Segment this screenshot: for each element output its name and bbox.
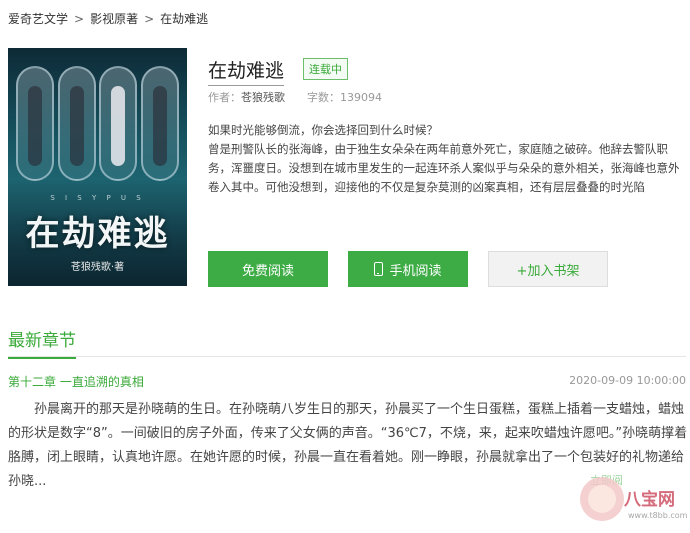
status-badge: 连载中 — [303, 58, 348, 80]
breadcrumb-item-current[interactable]: 在劫难逃 — [160, 10, 208, 27]
breadcrumb: 爱奇艺文学 > 影视原著 > 在劫难逃 — [8, 10, 208, 27]
book-title: 在劫难逃 — [208, 56, 285, 86]
cover-capsule — [140, 66, 179, 181]
summary-intro: 如果时光能够倒流，你会选择回到什么时候？ — [208, 123, 438, 137]
breadcrumb-item-category[interactable]: 影视原著 — [90, 10, 138, 27]
cover-series-text: S I S Y P U S — [50, 194, 145, 202]
mobile-read-button[interactable]: 手机阅读 — [348, 251, 468, 287]
word-count: 字数：139094 — [307, 91, 382, 104]
latest-chapters-heading: 最新章节 — [8, 326, 76, 359]
book-cover[interactable]: S I S Y P U S 在劫难逃 苍狼残歌·著 — [8, 48, 187, 286]
author-label: 作者： — [208, 91, 241, 104]
author-name[interactable]: 苍狼残歌 — [241, 91, 285, 104]
free-read-button[interactable]: 免费阅读 — [208, 251, 328, 287]
summary-body: 曾是刑警队长的张海峰，由于独生女朵朵在两年前意外死亡，家庭随之破碎。他辞去警队职… — [208, 142, 680, 194]
add-to-shelf-button[interactable]: +加入书架 — [488, 251, 608, 287]
book-summary: 如果时光能够倒流，你会选择回到什么时候？ 曾是刑警队长的张海峰，由于独生女朵朵在… — [208, 121, 688, 197]
breadcrumb-separator: > — [74, 11, 85, 26]
cover-art — [16, 66, 179, 186]
cover-author: 苍狼残歌·著 — [70, 262, 125, 273]
cover-capsule — [16, 66, 54, 181]
phone-icon — [374, 262, 384, 276]
book-meta: 作者：苍狼残歌 字数：139094 — [208, 89, 382, 105]
site-watermark: 立即阅 八宝网 www.t8bb.com — [576, 471, 688, 529]
cover-capsule — [57, 66, 96, 181]
breadcrumb-item-home[interactable]: 爱奇艺文学 — [8, 10, 68, 27]
mascot-face-icon — [588, 485, 616, 513]
section-divider — [8, 356, 686, 357]
watermark-brand: 八宝网 — [624, 490, 675, 510]
chapter-title-link[interactable]: 第十二章 一直追溯的真相 — [8, 373, 144, 390]
breadcrumb-separator: > — [144, 11, 155, 26]
mobile-read-label: 手机阅读 — [389, 263, 442, 279]
cover-title: 在劫难逃 — [25, 214, 170, 254]
chapter-date: 2020-09-09 10:00:00 — [569, 374, 686, 387]
cover-capsule — [99, 66, 138, 181]
author-info: 作者：苍狼残歌 — [208, 89, 285, 105]
watermark-site: www.t8bb.com — [628, 511, 688, 520]
